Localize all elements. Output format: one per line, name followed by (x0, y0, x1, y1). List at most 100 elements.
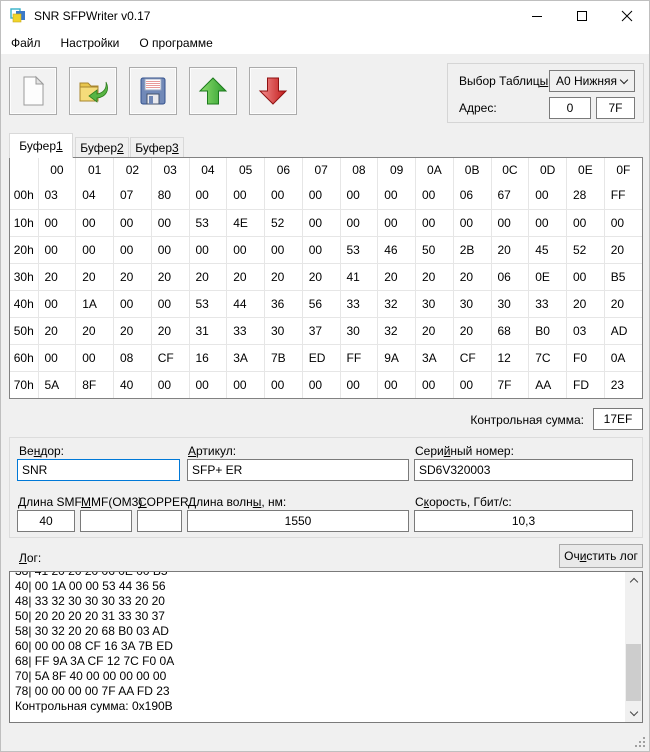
hex-cell[interactable]: 00 (378, 371, 416, 398)
scrollbar-down-button[interactable] (625, 705, 642, 722)
hex-cell[interactable]: 53 (340, 236, 378, 263)
hex-cell[interactable]: 00 (567, 209, 605, 236)
hex-cell[interactable]: 00 (265, 371, 303, 398)
hex-cell[interactable]: 56 (302, 290, 340, 317)
hex-cell[interactable]: 33 (227, 317, 265, 344)
tab-buffer-3[interactable]: Буфер 3 (130, 137, 184, 157)
scrollbar-thumb[interactable] (626, 644, 641, 701)
hex-cell[interactable]: 45 (529, 236, 567, 263)
hex-cell[interactable]: B5 (604, 263, 642, 290)
hex-cell[interactable]: 46 (378, 236, 416, 263)
hex-cell[interactable]: 7F (491, 371, 529, 398)
hex-cell[interactable]: 30 (265, 317, 303, 344)
hex-cell[interactable]: 00 (416, 182, 454, 209)
hex-cell[interactable]: 12 (491, 344, 529, 371)
hex-cell[interactable]: 20 (189, 263, 227, 290)
hex-cell[interactable]: 1A (76, 290, 114, 317)
hex-cell[interactable]: 06 (453, 182, 491, 209)
hex-cell[interactable]: 00 (529, 182, 567, 209)
hex-cell[interactable]: 67 (491, 182, 529, 209)
hex-cell[interactable]: 00 (340, 182, 378, 209)
hex-cell[interactable]: 20 (416, 263, 454, 290)
new-file-button[interactable] (9, 67, 57, 115)
hex-cell[interactable]: 80 (151, 182, 189, 209)
hex-cell[interactable]: 03 (38, 182, 76, 209)
serial-number-input[interactable] (414, 459, 633, 481)
hex-cell[interactable]: 5A (38, 371, 76, 398)
hex-cell[interactable]: 20 (416, 317, 454, 344)
hex-cell[interactable]: 08 (114, 344, 152, 371)
hex-cell[interactable]: F0 (567, 344, 605, 371)
address-start-input[interactable] (549, 97, 591, 119)
hex-cell[interactable]: 00 (189, 182, 227, 209)
hex-cell[interactable]: 20 (114, 263, 152, 290)
hex-cell[interactable]: 20 (151, 317, 189, 344)
hex-cell[interactable]: 20 (76, 317, 114, 344)
hex-cell[interactable]: 8F (76, 371, 114, 398)
hex-cell[interactable]: 7C (529, 344, 567, 371)
hex-cell[interactable]: 00 (189, 371, 227, 398)
hex-cell[interactable]: 2B (453, 236, 491, 263)
hex-cell[interactable]: 00 (567, 263, 605, 290)
hex-cell[interactable]: 33 (529, 290, 567, 317)
hex-cell[interactable]: 53 (189, 290, 227, 317)
hex-cell[interactable]: 53 (189, 209, 227, 236)
hex-cell[interactable]: B0 (529, 317, 567, 344)
hex-cell[interactable]: 20 (227, 263, 265, 290)
hex-cell[interactable]: 0E (529, 263, 567, 290)
hex-cell[interactable]: 30 (416, 290, 454, 317)
read-module-button[interactable] (249, 67, 297, 115)
hex-cell[interactable]: 00 (114, 290, 152, 317)
hex-cell[interactable]: 00 (151, 290, 189, 317)
resize-grip[interactable] (643, 745, 645, 747)
hex-cell[interactable]: CF (151, 344, 189, 371)
hex-cell[interactable]: 00 (76, 236, 114, 263)
hex-cell[interactable]: 37 (302, 317, 340, 344)
hex-cell[interactable]: AA (529, 371, 567, 398)
hex-cell[interactable]: 00 (378, 209, 416, 236)
checksum-field[interactable]: 17EF (593, 408, 643, 430)
hex-cell[interactable]: 00 (38, 344, 76, 371)
minimize-button[interactable] (514, 1, 559, 31)
hex-cell[interactable]: 20 (378, 263, 416, 290)
hex-cell[interactable]: 9A (378, 344, 416, 371)
hex-cell[interactable]: AD (604, 317, 642, 344)
hex-cell[interactable]: 03 (567, 317, 605, 344)
hex-cell[interactable]: 7B (265, 344, 303, 371)
log-output[interactable]: 38| 41 20 20 20 06 0E 00 B540| 00 1A 00 … (9, 571, 643, 723)
scrollbar-up-button[interactable] (625, 572, 642, 589)
speed-input[interactable] (414, 510, 633, 532)
hex-cell[interactable]: 20 (76, 263, 114, 290)
hex-cell[interactable]: 31 (189, 317, 227, 344)
address-end-input[interactable] (596, 97, 635, 119)
hex-cell[interactable]: FF (340, 344, 378, 371)
hex-cell[interactable]: 04 (76, 182, 114, 209)
hex-cell[interactable]: 06 (491, 263, 529, 290)
hex-cell[interactable]: 20 (114, 317, 152, 344)
hex-cell[interactable]: 20 (151, 263, 189, 290)
write-module-button[interactable] (189, 67, 237, 115)
hex-cell[interactable]: 00 (453, 371, 491, 398)
save-file-button[interactable] (129, 67, 177, 115)
hex-cell[interactable]: 20 (453, 317, 491, 344)
tab-buffer-2[interactable]: Буфер 2 (75, 137, 129, 157)
hex-cell[interactable]: 0A (604, 344, 642, 371)
hex-cell[interactable]: 41 (340, 263, 378, 290)
table-select-dropdown[interactable]: A0 Нижняя (549, 70, 635, 92)
hex-cell[interactable]: 00 (76, 209, 114, 236)
hex-cell[interactable]: 00 (302, 236, 340, 263)
mmf-length-input[interactable] (80, 510, 132, 532)
smf-length-input[interactable] (17, 510, 75, 532)
hex-cell[interactable]: 00 (151, 371, 189, 398)
copper-length-input[interactable] (137, 510, 182, 532)
hex-cell[interactable]: 00 (38, 290, 76, 317)
hex-cell[interactable]: 00 (114, 209, 152, 236)
hex-cell[interactable]: 20 (38, 317, 76, 344)
hex-cell[interactable]: 20 (38, 263, 76, 290)
hex-cell[interactable]: 00 (38, 209, 76, 236)
hex-cell[interactable]: 00 (265, 236, 303, 263)
hex-cell[interactable]: 07 (114, 182, 152, 209)
hex-cell[interactable]: 52 (567, 236, 605, 263)
hex-cell[interactable]: 44 (227, 290, 265, 317)
hex-cell[interactable]: 20 (604, 236, 642, 263)
